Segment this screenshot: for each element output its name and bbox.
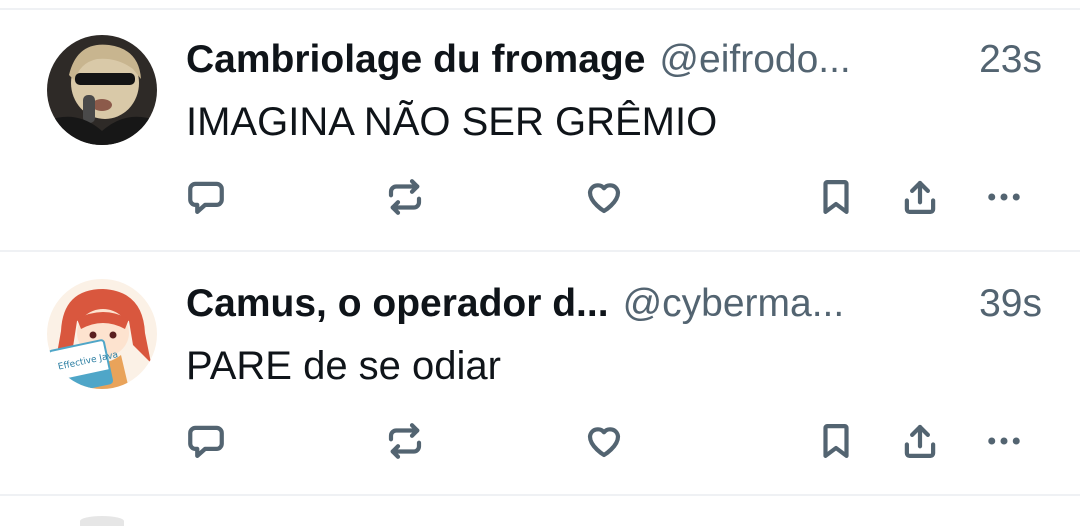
tweet[interactable]: Effective Java Camus, o operador d... @c… (0, 244, 1080, 484)
timestamp[interactable]: 23s (979, 38, 1042, 82)
share-button[interactable] (895, 172, 945, 222)
retweet-icon (388, 423, 422, 459)
display-name[interactable]: Camus, o operador d... (186, 282, 609, 326)
username[interactable]: @eifrodo... (659, 38, 850, 82)
tweet-divider (0, 494, 1080, 496)
like-icon (587, 183, 621, 214)
tweet[interactable]: Cambriolage du fromage @eifrodo... 23s I… (0, 0, 1080, 240)
more-button[interactable] (979, 172, 1029, 222)
bookmark-button[interactable] (811, 416, 861, 466)
reply-button[interactable] (181, 172, 231, 222)
reply-icon (188, 181, 224, 214)
display-name[interactable]: Cambriolage du fromage (186, 38, 645, 82)
retweet-button[interactable] (380, 416, 430, 466)
more-button[interactable] (979, 416, 1029, 466)
share-icon (904, 180, 936, 214)
retweet-button[interactable] (380, 172, 430, 222)
tweet-text: IMAGINA NÃO SER GRÊMIO (186, 100, 718, 144)
avatar[interactable]: Effective Java (47, 279, 157, 389)
like-button[interactable] (579, 172, 629, 222)
like-icon (587, 427, 621, 458)
more-icon (988, 193, 1020, 201)
share-button[interactable] (895, 416, 945, 466)
timestamp[interactable]: 39s (979, 282, 1042, 326)
more-icon (988, 437, 1020, 445)
reply-icon (188, 425, 224, 458)
tweet-header: Cambriolage du fromage @eifrodo... 23s (186, 38, 1042, 84)
bookmark-button[interactable] (811, 172, 861, 222)
avatar[interactable] (47, 35, 157, 145)
bookmark-icon (823, 424, 849, 458)
retweet-icon (388, 179, 422, 215)
username[interactable]: @cyberma... (623, 282, 845, 326)
reply-button[interactable] (181, 416, 231, 466)
tweet-text: PARE de se odiar (186, 344, 501, 388)
like-button[interactable] (579, 416, 629, 466)
bookmark-icon (823, 180, 849, 214)
next-tweet-avatar-edge (80, 516, 124, 526)
share-icon (904, 424, 936, 458)
tweet-header: Camus, o operador d... @cyberma... 39s (186, 282, 1042, 328)
